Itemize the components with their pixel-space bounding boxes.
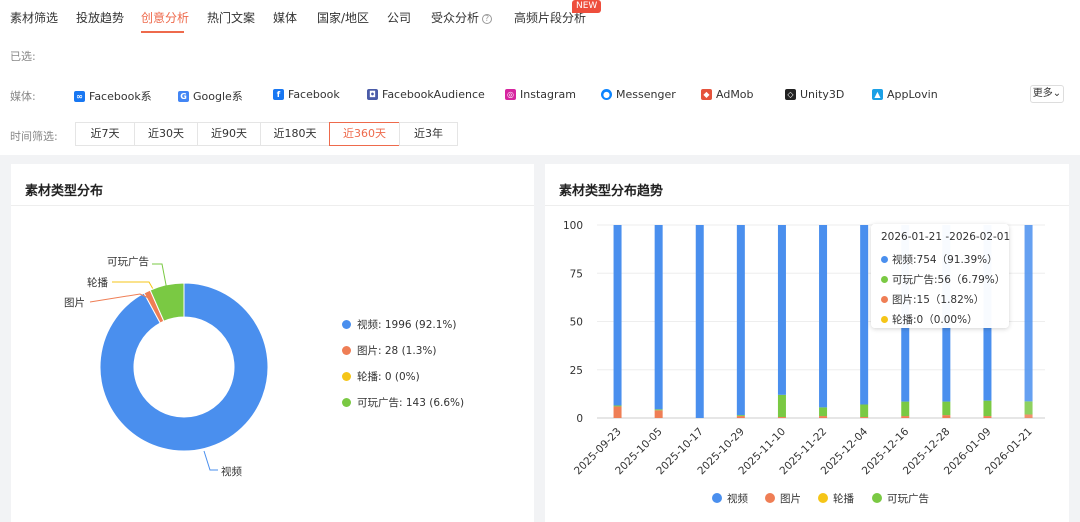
bar-segment xyxy=(819,225,828,408)
bar-segment xyxy=(695,225,704,418)
bar-segment xyxy=(654,409,663,411)
tooltip-row: 轮播:0（0.00%） xyxy=(881,309,1009,329)
y-tick-label: 50 xyxy=(570,317,583,329)
tooltip-row: 可玩广告:56（6.79%） xyxy=(881,269,1009,289)
legend-label: 视频 xyxy=(727,492,748,505)
tooltip-row-text: 视频:754（91.39%） xyxy=(892,253,998,266)
bar-segment xyxy=(942,401,951,416)
tooltip-row-text: 可玩广告:56（6.79%） xyxy=(892,273,1006,286)
bar-segment xyxy=(736,225,745,416)
bar-segment xyxy=(860,404,869,418)
tooltip-row-text: 图片:15（1.82%） xyxy=(892,293,985,306)
pie-label: 轮播 xyxy=(87,276,108,289)
bar-segment xyxy=(819,416,828,418)
pie-label-line xyxy=(203,450,218,471)
legend-label: 轮播 xyxy=(833,492,854,505)
tooltip-row: 图片:15（1.82%） xyxy=(881,289,1009,309)
y-tick-label: 75 xyxy=(570,268,583,280)
bar-segment xyxy=(1024,225,1033,402)
video-dot-icon xyxy=(881,255,888,263)
bar-segment xyxy=(983,400,992,417)
pie-label: 图片 xyxy=(64,296,85,309)
bar-segment xyxy=(613,406,622,418)
bar-segment xyxy=(901,401,910,417)
legend-marker xyxy=(872,493,882,503)
bar-segment xyxy=(942,415,951,418)
tooltip-title: 2026-01-21 -2026-02-01 xyxy=(881,231,1011,243)
y-tick-label: 0 xyxy=(576,413,583,425)
bar-segment xyxy=(819,407,828,417)
bar-segment xyxy=(736,415,745,417)
y-tick-label: 25 xyxy=(570,365,583,377)
bar-segment xyxy=(613,405,622,407)
legend-label: 图片 xyxy=(780,492,801,505)
bar-segment xyxy=(777,394,786,418)
legend-label: 可玩广告 xyxy=(887,492,929,505)
chart-tooltip: 2026-01-21 -2026-02-01 视频:754（91.39%） 可玩… xyxy=(871,224,1011,329)
tooltip-row: 视频:754（91.39%） xyxy=(881,249,1009,269)
bar-segment xyxy=(983,416,992,418)
pie-label: 视频 xyxy=(221,465,242,478)
bar-segment xyxy=(901,416,910,418)
image-dot-icon xyxy=(881,295,888,303)
legend-marker xyxy=(712,493,722,503)
bar-segment xyxy=(736,416,745,418)
carousel-dot-icon xyxy=(881,315,888,323)
bar-segment xyxy=(613,225,622,406)
bar-segment xyxy=(1024,414,1033,418)
tooltip-row-text: 轮播:0（0.00%） xyxy=(892,313,978,326)
bar-segment xyxy=(777,225,786,395)
bar-segment xyxy=(654,410,663,418)
bar-segment xyxy=(777,417,786,418)
bar-segment xyxy=(860,417,869,418)
bar-segment xyxy=(1024,401,1033,415)
pie-label: 可玩广告 xyxy=(107,255,149,268)
legend-marker xyxy=(818,493,828,503)
bar-segment xyxy=(654,225,663,410)
legend-marker xyxy=(765,493,775,503)
playable-dot-icon xyxy=(881,275,888,283)
y-tick-label: 100 xyxy=(563,220,583,232)
bar-segment xyxy=(860,225,869,405)
